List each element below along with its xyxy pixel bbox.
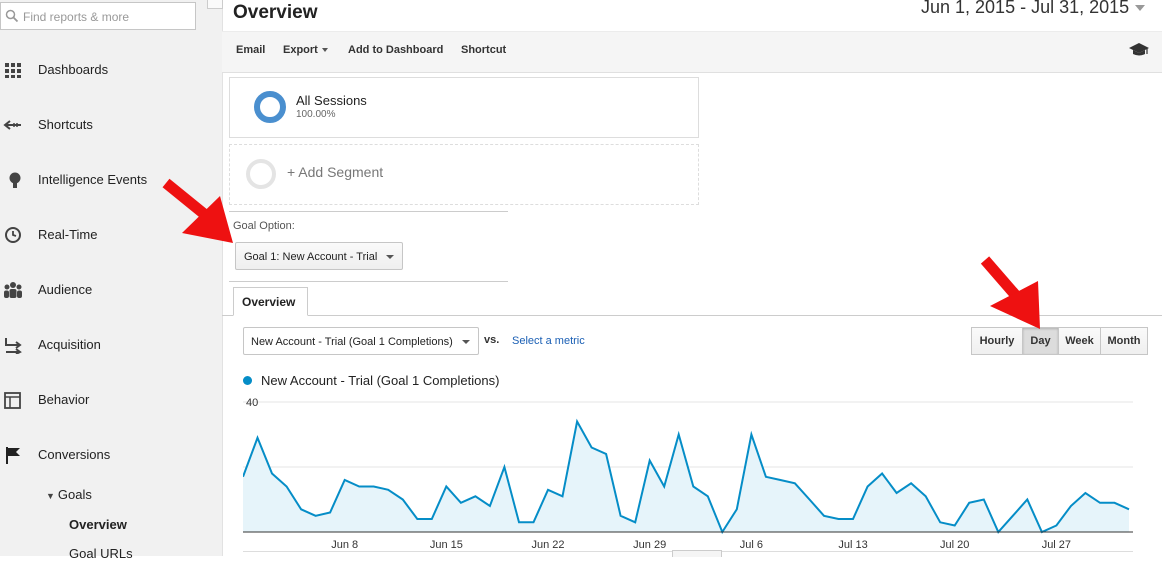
segment-ring-icon — [254, 91, 286, 123]
add-segment-card[interactable]: + Add Segment — [229, 144, 699, 205]
caret-down-icon — [462, 340, 470, 344]
caret-down-icon — [386, 255, 394, 259]
sidebar-item-label: Acquisition — [38, 337, 101, 352]
sidebar-item-behavior[interactable]: Behavior — [0, 385, 222, 415]
segment-name: All Sessions — [296, 93, 367, 108]
triangle-down-icon: ▼ — [46, 491, 55, 501]
goal-option-select[interactable]: Goal 1: New Account - Trial — [235, 242, 403, 270]
x-tick-label: Jul 20 — [940, 539, 969, 551]
sidebar-subitem-overview[interactable]: Overview — [69, 517, 127, 532]
sidebar-subitem-goal-urls[interactable]: Goal URLs — [69, 546, 133, 561]
shortcut-arrow-icon — [3, 120, 21, 130]
goal-option-label: Goal Option: — [233, 220, 295, 232]
sidebar-item-shortcuts[interactable]: Shortcuts — [0, 110, 222, 140]
tab-overview[interactable]: Overview — [233, 287, 308, 316]
x-tick-label: Jun 15 — [430, 539, 463, 551]
add-to-dashboard-button[interactable]: Add to Dashboard — [348, 44, 443, 56]
search-icon — [5, 9, 19, 23]
granularity-day-button[interactable]: Day — [1022, 327, 1059, 355]
x-tick-label: Jul 6 — [740, 539, 763, 551]
search-placeholder: Find reports & more — [23, 10, 130, 24]
red-arrow-icon — [980, 256, 1040, 329]
sidebar-item-label: Shortcuts — [38, 117, 93, 132]
tab-bar-line — [222, 315, 1162, 316]
sidebar-item-real-time[interactable]: Real-Time — [0, 220, 222, 250]
sidebar-collapse-handle[interactable] — [207, 0, 223, 9]
caret-down-icon — [321, 48, 328, 53]
email-button[interactable]: Email — [236, 44, 265, 56]
report-toolbar: Email Export Add to Dashboard Shortcut — [222, 31, 1162, 73]
x-tick-label: Jun 8 — [331, 539, 358, 551]
y-tick-label: 40 — [246, 397, 258, 409]
chevron-down-icon — [1135, 5, 1146, 12]
line-chart: 2040Jun 8Jun 15Jun 22Jun 29Jul 6Jul 13Ju… — [243, 397, 1133, 551]
metric-value: New Account - Trial (Goal 1 Completions) — [251, 336, 453, 348]
grid-icon — [5, 63, 21, 78]
empty-segment-ring-icon — [246, 159, 276, 189]
add-segment-label: + Add Segment — [287, 164, 384, 180]
sidebar-subitem-goals[interactable]: ▼ Goals — [46, 487, 92, 502]
sidebar: Find reports & more Dashboards Shortcuts… — [0, 0, 223, 561]
date-range-label: Jun 1, 2015 - Jul 31, 2015 — [921, 0, 1130, 17]
sidebar-item-audience[interactable]: Audience — [0, 275, 222, 305]
sidebar-item-conversions[interactable]: Conversions — [0, 440, 222, 470]
sidebar-item-label: Audience — [38, 282, 93, 297]
x-tick-label: Jul 27 — [1042, 539, 1071, 551]
x-tick-label: Jul 13 — [838, 539, 867, 551]
layout-icon — [4, 392, 21, 409]
shortcut-button[interactable]: Shortcut — [461, 44, 506, 56]
sidebar-item-label: Goals — [57, 487, 92, 502]
metric-select[interactable]: New Account - Trial (Goal 1 Completions) — [243, 327, 479, 355]
x-tick-label: Jun 29 — [633, 539, 666, 551]
people-icon — [4, 282, 22, 298]
divider — [229, 211, 508, 212]
export-button[interactable]: Export — [283, 44, 328, 56]
divider — [229, 281, 508, 282]
vs-label: vs. — [484, 334, 500, 346]
granularity-week-button[interactable]: Week — [1058, 327, 1101, 355]
sidebar-item-intelligence-events[interactable]: Intelligence Events — [0, 165, 222, 195]
sidebar-item-label: Dashboards — [38, 62, 109, 77]
sidebar-item-label: Intelligence Events — [38, 172, 148, 187]
segment-percentage: 100.00% — [296, 109, 336, 120]
segment-card-all-sessions[interactable]: All Sessions 100.00% — [229, 77, 699, 138]
select-metric-link[interactable]: Select a metric — [512, 335, 585, 347]
goal-option-value: Goal 1: New Account - Trial — [244, 251, 378, 263]
clock-icon — [5, 227, 21, 243]
page-title: Overview — [233, 2, 318, 23]
tab-label: Overview — [242, 295, 296, 309]
arrows-icon — [5, 338, 22, 354]
granularity-toggle: Hourly Day Week Month — [971, 327, 1148, 355]
export-label: Export — [283, 44, 318, 56]
search-input[interactable]: Find reports & more — [0, 2, 196, 30]
granularity-hourly-button[interactable]: Hourly — [971, 327, 1023, 355]
sidebar-item-dashboards[interactable]: Dashboards — [0, 55, 222, 85]
flag-icon — [6, 447, 20, 464]
sidebar-item-label: Conversions — [38, 447, 111, 462]
legend-dot — [243, 376, 252, 385]
granularity-month-button[interactable]: Month — [1100, 327, 1148, 355]
x-tick-label: Jun 22 — [532, 539, 565, 551]
sidebar-item-label: Behavior — [38, 392, 90, 407]
date-range-picker[interactable]: Jun 1, 2015 - Jul 31, 2015 — [917, 0, 1150, 19]
lightbulb-icon — [9, 172, 21, 188]
series-area — [243, 421, 1129, 532]
legend-label: New Account - Trial (Goal 1 Completions) — [261, 373, 500, 388]
graduation-cap-icon[interactable] — [1129, 43, 1149, 57]
sidebar-item-acquisition[interactable]: Acquisition — [0, 330, 222, 360]
sidebar-item-label: Real-Time — [38, 227, 98, 242]
